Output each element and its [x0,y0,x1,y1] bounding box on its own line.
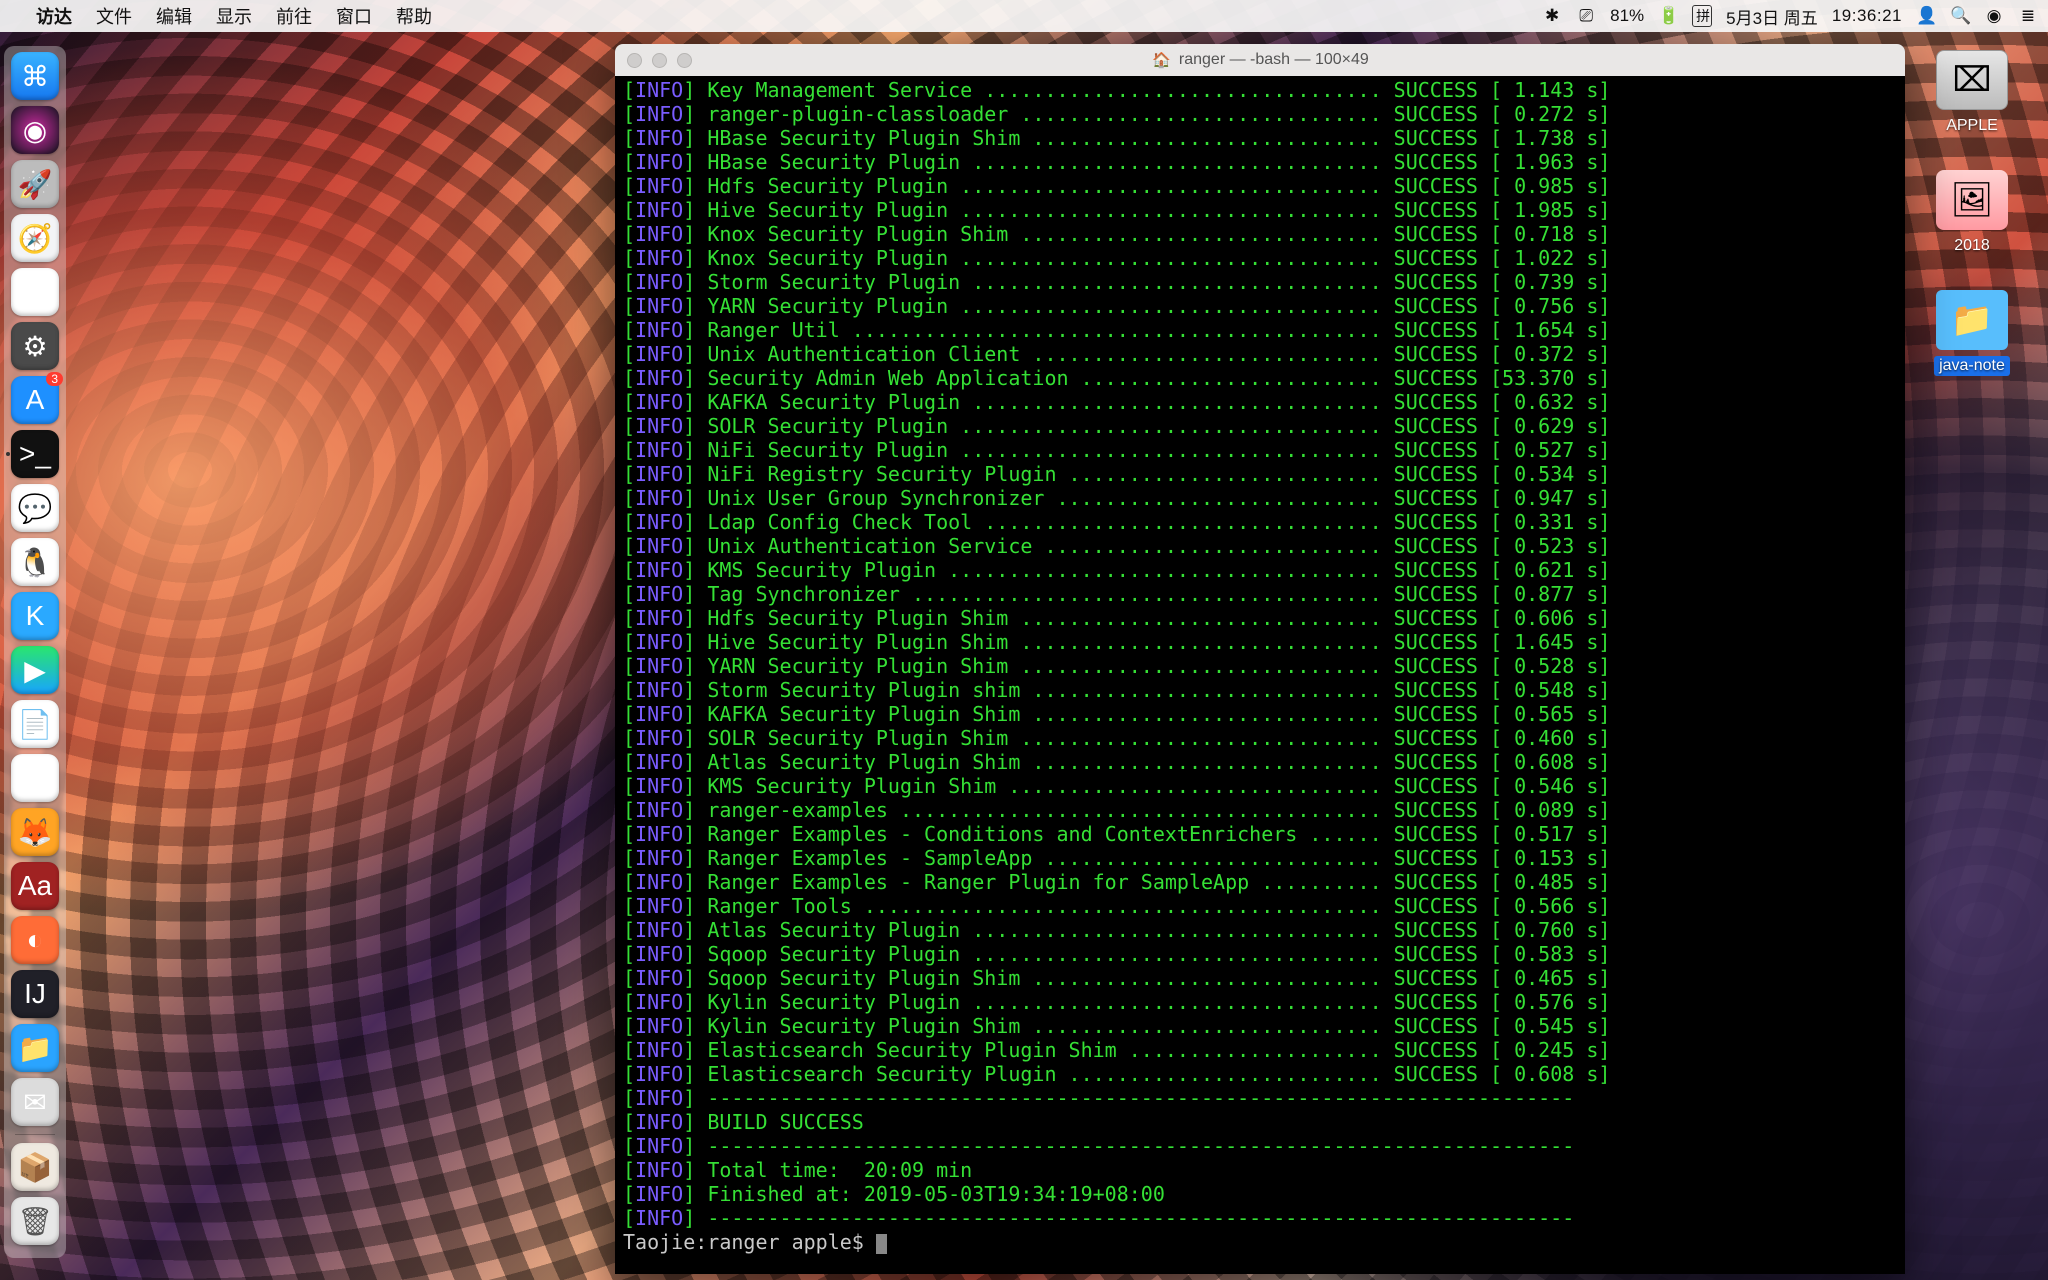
desktop-disk[interactable]: ⌧ APPLE [1922,50,2022,136]
dock-postman[interactable]: ◐ [11,916,59,964]
dock-appstore[interactable]: A3 [11,376,59,424]
dock-k[interactable]: K [11,592,59,640]
dock-terminal[interactable]: >_ [11,430,59,478]
folder-icon: 🏠 [1152,51,1171,69]
menu-view[interactable]: 显示 [204,3,264,29]
dock-qq[interactable]: 🐧 [11,538,59,586]
desktop-icons: ⌧ APPLE 🖼 2018 📁 java-note [1922,50,2022,376]
status-area: ✱ ⎚ 81% 🔋 拼 5月3日 周五 19:36:21 👤 🔍 ◉ ≣ [1542,4,2038,29]
menu-help[interactable]: 帮助 [384,3,444,29]
terminal-title: ranger — -bash — 100×49 [1179,51,1369,69]
desktop-image-label: 2018 [1949,236,1995,256]
dock-settings[interactable]: ⚙ [11,322,59,370]
dock-textedit[interactable]: 📄 [11,700,59,748]
airplay-icon[interactable]: ⎚ [1576,6,1596,26]
clock[interactable]: 19:36:21 [1832,6,1902,26]
desktop-folder[interactable]: 📁 java-note [1922,290,2022,376]
disk-icon: ⌧ [1952,60,1991,100]
dock-music[interactable]: ♫ [11,754,59,802]
user-icon[interactable]: 👤 [1916,6,1936,26]
dock-photos[interactable]: ✿ [11,268,59,316]
menu-file[interactable]: 文件 [84,3,144,29]
traffic-lights[interactable] [627,53,692,68]
image-icon: 🖼 [1950,180,1993,220]
dock-launchpad[interactable]: 🚀 [11,160,59,208]
zoom-icon[interactable] [677,53,692,68]
dock-finder[interactable]: ⌘ [11,52,59,100]
date-label[interactable]: 5月3日 周五 [1726,4,1818,29]
battery-percent[interactable]: 81% [1610,6,1644,26]
terminal-titlebar[interactable]: 🏠 ranger — -bash — 100×49 [615,44,1905,76]
minimize-icon[interactable] [652,53,667,68]
terminal-body[interactable]: [INFO] Key Management Service ..........… [615,76,1905,1274]
dock-dict[interactable]: Aa [11,862,59,910]
dock-video[interactable]: ▶ [11,646,59,694]
menu-window[interactable]: 窗口 [324,3,384,29]
menu-edit[interactable]: 编辑 [144,3,204,29]
dock-wechat[interactable]: 💬 [11,484,59,532]
dock-firefox[interactable]: 🦊 [11,808,59,856]
dock-intellij[interactable]: IJ [11,970,59,1018]
terminal-window[interactable]: 🏠 ranger — -bash — 100×49 [INFO] Key Mana… [615,44,1905,1274]
dock-safari[interactable]: 🧭 [11,214,59,262]
dock: ⌘ ◉ 🚀 🧭 ✿ ⚙ A3 >_ 💬 🐧 K ▶ 📄 ♫ 🦊 Aa ◐ IJ 📁 ✉ 📦 🗑 [4,46,66,1258]
siri-icon[interactable]: ◉ [1984,6,2004,26]
dock-finder2[interactable]: 📁 [11,1024,59,1072]
menubar: 访达 文件 编辑 显示 前往 窗口 帮助 ✱ ⎚ 81% 🔋 拼 5月3日 周五… [0,0,2048,32]
close-icon[interactable] [627,53,642,68]
ime-icon[interactable]: 拼 [1692,5,1712,27]
folder-icon: 📁 [1951,300,1993,340]
menu-go[interactable]: 前往 [264,3,324,29]
spotlight-icon[interactable]: 🔍 [1950,6,1970,26]
battery-icon[interactable]: 🔋 [1658,6,1678,26]
desktop-image[interactable]: 🖼 2018 [1922,170,2022,256]
notification-center-icon[interactable]: ≣ [2018,6,2038,26]
desktop-folder-label: java-note [1934,356,2010,376]
dock-trash[interactable]: 🗑 [11,1197,59,1245]
menu-app[interactable]: 访达 [24,3,84,29]
bluetooth-icon[interactable]: ✱ [1542,6,1562,26]
desktop-disk-label: APPLE [1941,116,2003,136]
dock-jar[interactable]: 📦 [11,1143,59,1191]
dock-siri[interactable]: ◉ [11,106,59,154]
dock-mail[interactable]: ✉ [11,1078,59,1126]
